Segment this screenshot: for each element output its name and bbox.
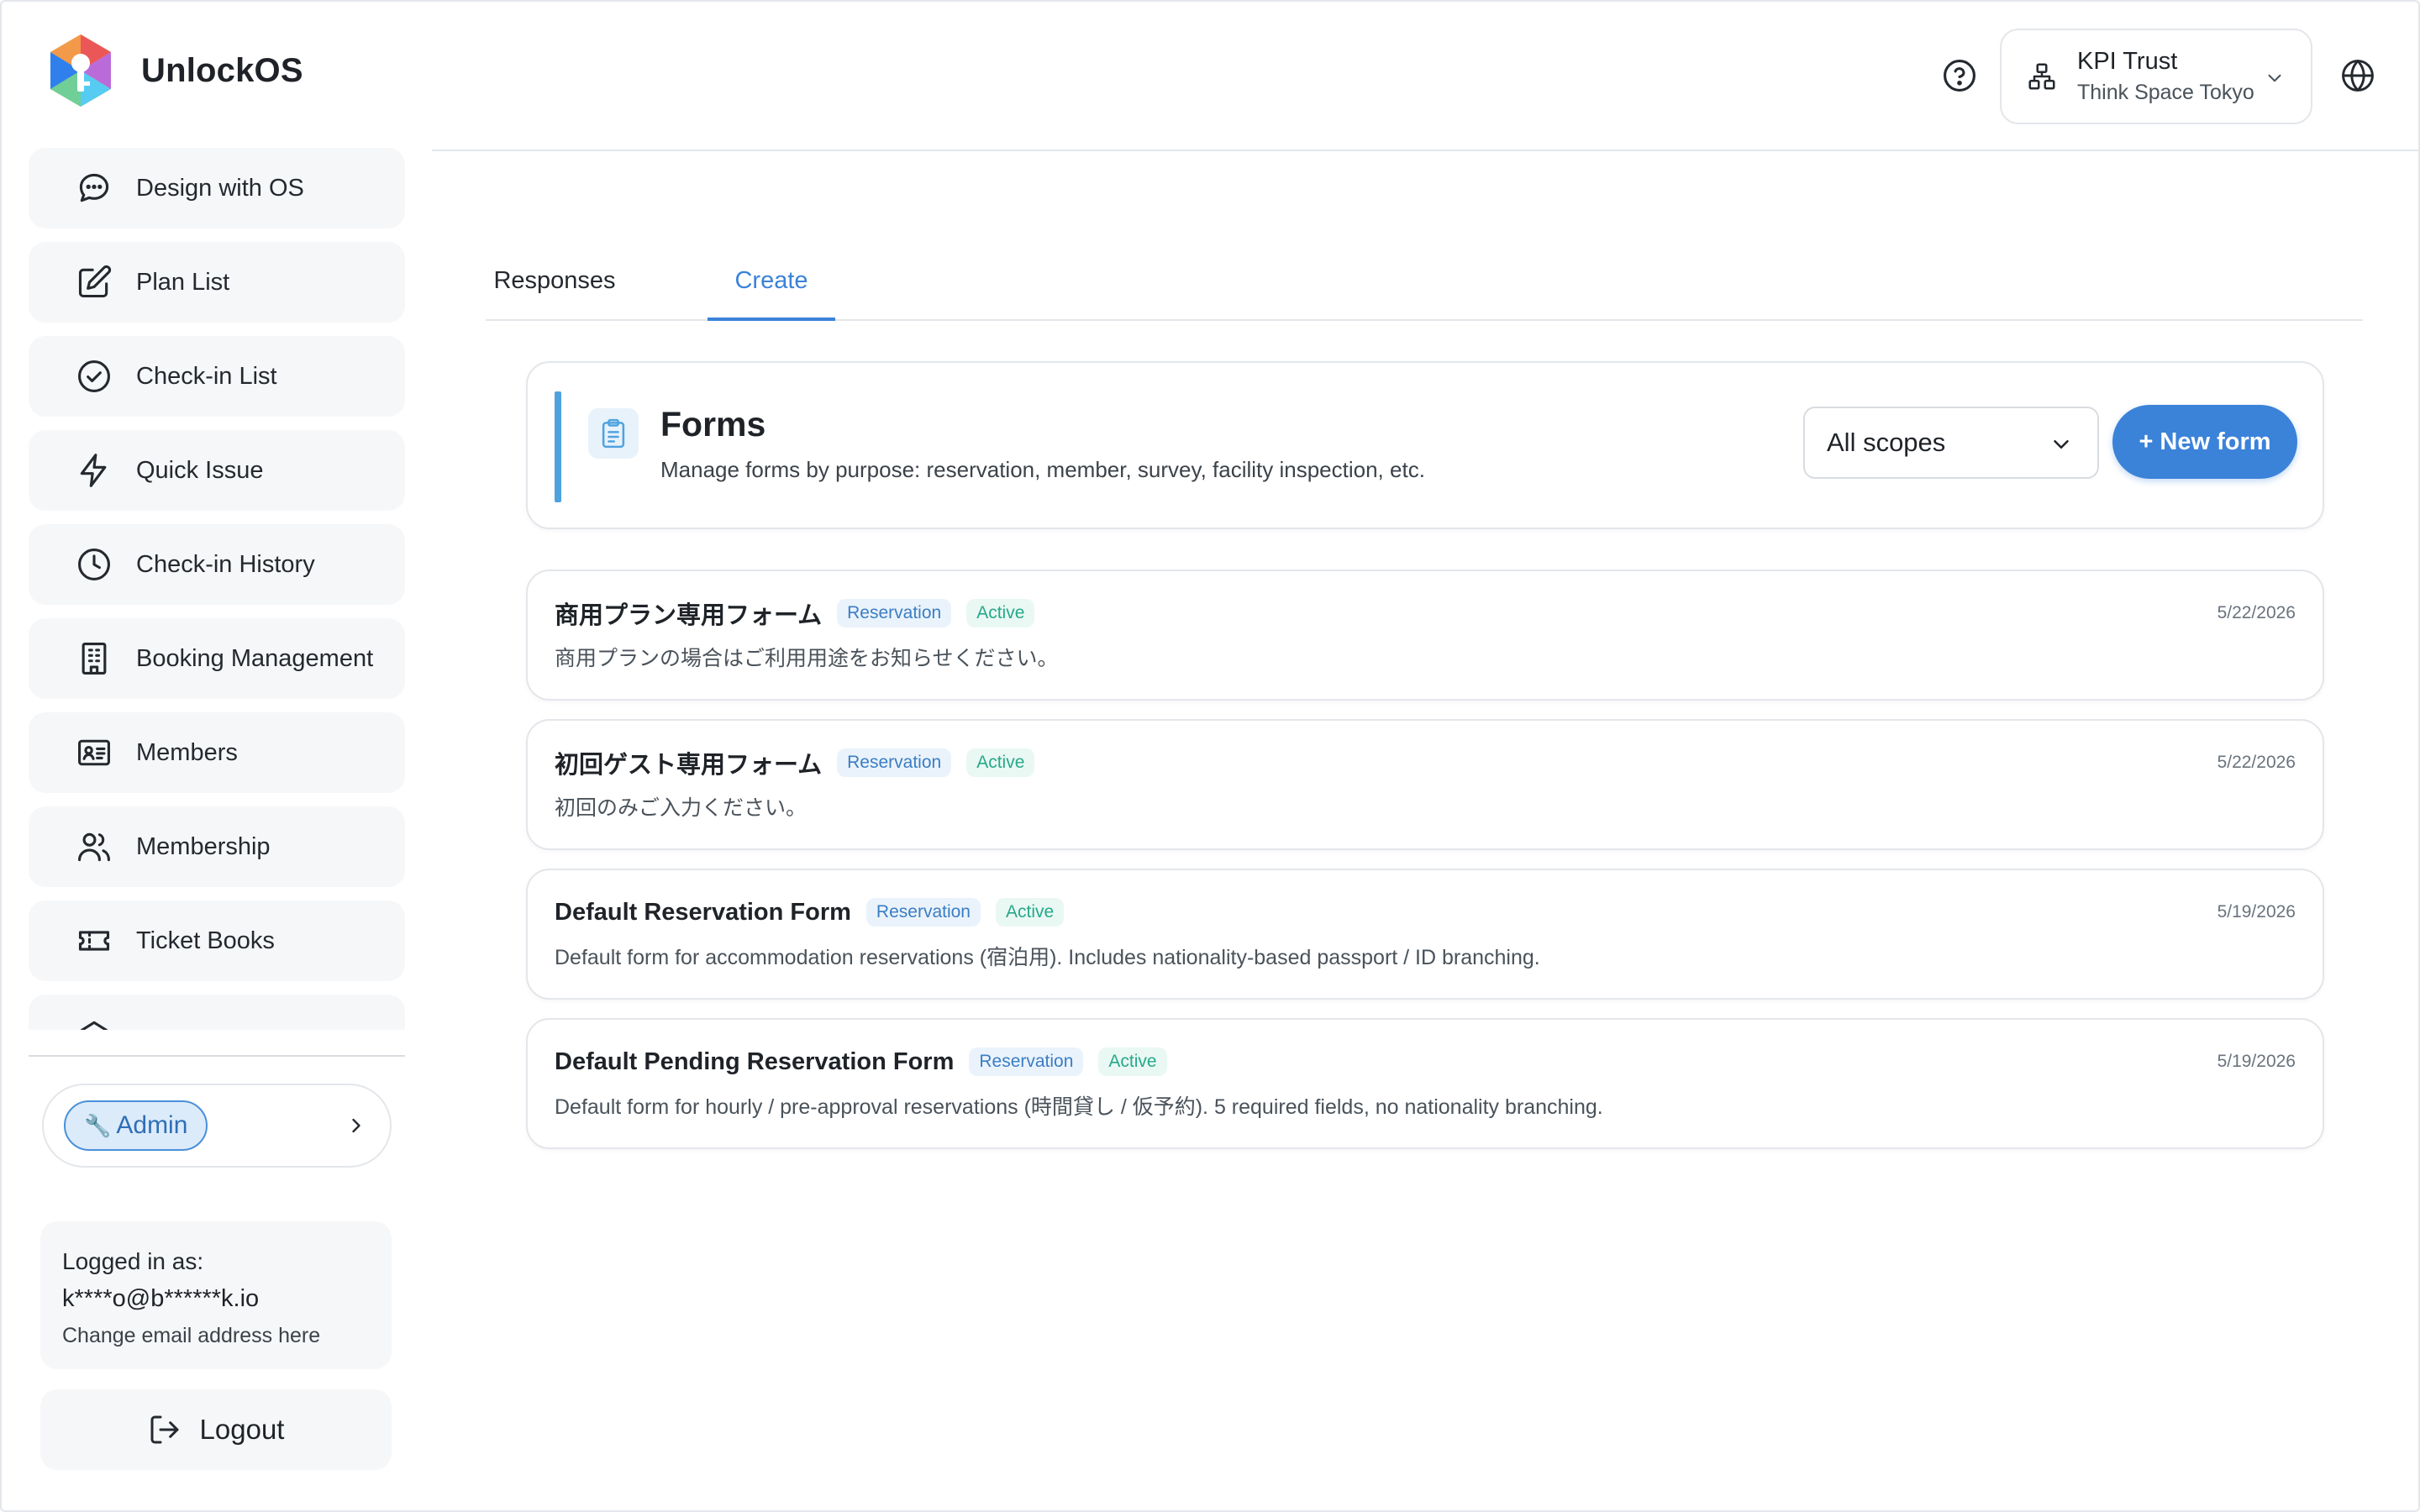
logout-button[interactable]: Logout	[40, 1389, 392, 1470]
form-status-badge: Active	[966, 748, 1035, 777]
sidebar-item-quick-issue[interactable]: Quick Issue	[29, 430, 405, 511]
form-date: 5/22/2026	[2217, 603, 2296, 622]
forms-title: Forms	[660, 405, 766, 444]
wrench-icon: 🔧	[84, 1112, 112, 1138]
new-form-button[interactable]: + New form	[2112, 405, 2297, 479]
sidebar-divider	[29, 1055, 405, 1057]
brand-logo-icon	[50, 34, 111, 107]
organization-selector[interactable]: KPI Trust Think Space Tokyo	[2000, 29, 2312, 124]
building-icon	[76, 640, 113, 677]
tab-create[interactable]: Create	[708, 252, 835, 321]
form-type-badge: Reservation	[865, 898, 981, 927]
change-email-link[interactable]: Change email address here	[62, 1317, 370, 1354]
form-title-line: Default Reservation Form Reservation Act…	[555, 895, 1065, 929]
form-status-badge: Active	[995, 898, 1065, 927]
edit-icon	[76, 264, 113, 301]
form-title: 商用プラン専用フォーム	[555, 602, 823, 629]
sidebar-item-label: Check-in List	[136, 362, 277, 390]
sidebar-item-label: Membership	[136, 832, 271, 860]
globe-icon[interactable]	[2339, 57, 2376, 94]
form-title: Default Pending Reservation Form	[555, 1047, 955, 1075]
login-caption: Logged in as:	[62, 1248, 204, 1274]
forms-description: Manage forms by purpose: reservation, me…	[660, 457, 1425, 482]
form-date: 5/22/2026	[2217, 753, 2296, 772]
organization-name: KPI Trust	[2077, 48, 2178, 75]
clock-icon	[76, 546, 113, 583]
form-title-line: Default Pending Reservation Form Reserva…	[555, 1045, 1167, 1079]
sidebar-item-label: Plan List	[136, 268, 230, 296]
sidebar-item-booking-management[interactable]: Booking Management	[29, 618, 405, 699]
sidebar-item-label: Members	[136, 738, 238, 766]
sidebar-item-design-with-os[interactable]: Design with OS	[29, 148, 405, 228]
sidebar-nav: Design with OS Plan List Check-in List Q…	[29, 148, 405, 1030]
sidebar-item-label: Quick Issue	[136, 456, 264, 484]
sidebar-item-membership[interactable]: Membership	[29, 806, 405, 887]
sidebar-item-label: Check-in History	[136, 550, 315, 578]
form-title: Default Reservation Form	[555, 898, 851, 926]
form-title-line: 商用プラン専用フォーム Reservation Active	[555, 596, 1035, 630]
form-title: 初回ゲスト専用フォーム	[555, 752, 823, 779]
sidebar-item-label: Design with OS	[136, 174, 304, 202]
admin-switcher[interactable]: 🔧 Admin	[42, 1084, 392, 1168]
form-date: 5/19/2026	[2217, 1052, 2296, 1071]
partially-visible-icon	[76, 1016, 113, 1030]
form-type-badge: Reservation	[969, 1047, 1084, 1076]
form-type-badge: Reservation	[837, 599, 952, 627]
brand[interactable]: UnlockOS	[47, 30, 303, 111]
form-description: 初回のみご入力ください。	[555, 796, 808, 820]
forms-header-card: Forms Manage forms by purpose: reservati…	[526, 361, 2324, 529]
lightning-icon	[76, 452, 113, 489]
sidebar-item-label: Ticket Books	[136, 927, 275, 954]
id-card-icon	[76, 734, 113, 771]
scope-select[interactable]: All scopes	[1803, 407, 2099, 479]
sidebar-item-label: Booking Management	[136, 644, 374, 672]
form-title-line: 初回ゲスト専用フォーム Reservation Active	[555, 746, 1035, 780]
check-circle-icon	[76, 358, 113, 395]
form-status-badge: Active	[1098, 1047, 1167, 1076]
tab-bar: Responses Create	[486, 252, 2363, 321]
scope-selected-value: All scopes	[1827, 428, 1946, 457]
accent-bar	[555, 391, 561, 502]
form-list-item[interactable]: Default Pending Reservation Form Reserva…	[526, 1018, 2324, 1149]
form-description: 商用プランの場合はご利用用途をお知らせください。	[555, 647, 1059, 670]
form-list-item[interactable]: Default Reservation Form Reservation Act…	[526, 869, 2324, 1000]
users-icon	[76, 828, 113, 865]
chevron-down-icon	[2054, 440, 2069, 449]
chevron-down-icon	[2268, 74, 2281, 82]
form-status-badge: Active	[966, 599, 1035, 627]
top-header: KPI Trust Think Space Tokyo	[432, 0, 2418, 151]
form-description: Default form for hourly / pre-approval r…	[555, 1095, 1603, 1119]
sidebar-item-plan-list[interactable]: Plan List	[29, 242, 405, 323]
chat-bubble-icon	[76, 170, 113, 207]
ticket-icon	[76, 922, 113, 959]
form-list-item[interactable]: 商用プラン専用フォーム Reservation Active 商用プランの場合は…	[526, 570, 2324, 701]
logout-icon	[150, 1415, 179, 1444]
login-email: k****o@b******k.io	[62, 1285, 260, 1312]
clipboard-icon	[588, 408, 639, 459]
admin-badge[interactable]: 🔧 Admin	[64, 1100, 208, 1151]
admin-label: Admin	[116, 1111, 188, 1139]
organization-location: Think Space Tokyo	[2077, 81, 2254, 104]
organization-icon	[2028, 63, 2055, 90]
sidebar: UnlockOS Design with OS Plan List Check-…	[0, 0, 432, 1512]
sidebar-item-check-in-history[interactable]: Check-in History	[29, 524, 405, 605]
brand-name: UnlockOS	[141, 51, 303, 89]
sidebar-item-check-in-list[interactable]: Check-in List	[29, 336, 405, 417]
form-description: Default form for accommodation reservati…	[555, 946, 1540, 969]
form-date: 5/19/2026	[2217, 902, 2296, 921]
form-list-item[interactable]: 初回ゲスト専用フォーム Reservation Active 初回のみご入力くだ…	[526, 719, 2324, 850]
sidebar-item-members[interactable]: Members	[29, 712, 405, 793]
login-info: Logged in as: k****o@b******k.io Change …	[40, 1221, 392, 1369]
logout-label: Logout	[199, 1414, 285, 1445]
form-type-badge: Reservation	[837, 748, 952, 777]
help-icon[interactable]	[1941, 57, 1978, 94]
chevron-right-icon	[352, 1118, 360, 1133]
organization-text: KPI Trust Think Space Tokyo	[2077, 48, 2254, 105]
sidebar-item-partial[interactable]	[29, 995, 405, 1030]
sidebar-item-ticket-books[interactable]: Ticket Books	[29, 900, 405, 981]
tab-responses[interactable]: Responses	[486, 252, 623, 321]
